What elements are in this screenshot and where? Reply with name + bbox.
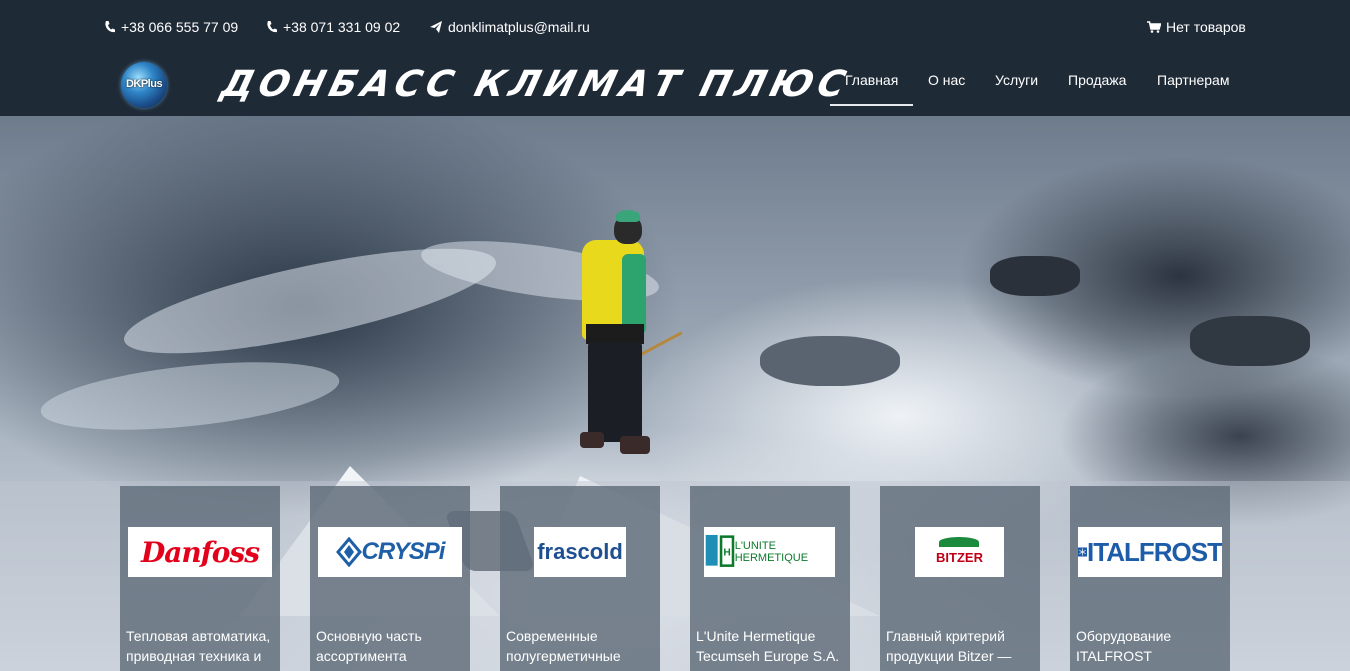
nav-services[interactable]: Услуги	[995, 72, 1038, 88]
nav-about[interactable]: О нас	[928, 72, 965, 88]
cart-link[interactable]: Нет товаров	[1147, 19, 1246, 35]
email-link[interactable]: donklimatplus@mail.ru	[429, 19, 590, 35]
top-bar: +38 066 555 77 09 +38 071 331 09 02 donk…	[0, 0, 1350, 56]
climber-belt	[586, 324, 644, 344]
phone-2-text: +38 071 331 09 02	[283, 19, 401, 35]
brand-description: Оборудование ITALFROST	[1076, 628, 1172, 664]
svg-text:H: H	[723, 547, 730, 558]
brand-card-bitzer[interactable]: BITZER Главный критерий продукции Bitzer…	[880, 486, 1040, 671]
phone-1-text: +38 066 555 77 09	[121, 19, 239, 35]
phone-icon	[105, 21, 115, 33]
rock	[990, 256, 1080, 296]
brand-description: Главный критерий продукции Bitzer —	[886, 628, 1012, 664]
brand-logo-lunite[interactable]: H L'UNITE HERMETIQUE	[704, 527, 835, 577]
site-brand-title[interactable]: ДОНБАСС КЛИМАТ ПЛЮС	[217, 64, 855, 105]
climber-boot	[620, 436, 650, 454]
tecumseh-emblem-icon: H	[705, 534, 735, 567]
bitzer-leaf-icon	[939, 537, 980, 547]
brand-logo-italfrost[interactable]: ITALFROST	[1078, 527, 1222, 577]
phone-icon	[267, 21, 277, 33]
climber-sleeve	[622, 254, 646, 334]
brand-logo-bitzer[interactable]: BITZER	[915, 527, 1004, 577]
brand-logo-danfoss[interactable]: Danfoss	[128, 527, 272, 577]
brand-description: Современные полугерметичные	[506, 628, 621, 664]
brand-description: Тепловая автоматика, приводная техника и	[126, 628, 271, 664]
climber-hat	[616, 210, 640, 222]
brand-card-lunite[interactable]: H L'UNITE HERMETIQUE L'Unite Hermetique …	[690, 486, 850, 671]
phone-1[interactable]: +38 066 555 77 09	[104, 19, 238, 35]
ice-patch	[37, 350, 343, 442]
climber-figure	[580, 210, 683, 474]
brand-card-danfoss[interactable]: Danfoss Тепловая автоматика, приводная т…	[120, 486, 280, 671]
brand-description: Основную часть ассортимента	[316, 628, 422, 664]
brand-description: L'Unite Hermetique Tecumseh Europe S.A.	[696, 628, 840, 664]
nav-sales[interactable]: Продажа	[1068, 72, 1126, 88]
brand-logo-frascold[interactable]: frascold	[534, 527, 626, 577]
email-text: donklimatplus@mail.ru	[448, 19, 590, 35]
climber-legs	[588, 342, 642, 442]
site-logo[interactable]: DKPlus	[121, 62, 167, 108]
cryspi-mark-icon	[335, 537, 362, 567]
paper-plane-icon	[430, 21, 442, 33]
rock	[760, 336, 900, 386]
brand-logo-cryspi[interactable]: CRYSPi	[318, 527, 462, 577]
brand-card-italfrost[interactable]: ITALFROST Оборудование ITALFROST	[1070, 486, 1230, 671]
snowflake-icon	[1078, 547, 1088, 557]
brand-card-cryspi[interactable]: CRYSPi Основную часть ассортимента	[310, 486, 470, 671]
nav-active-indicator	[830, 104, 913, 106]
climber-boot	[580, 432, 604, 448]
phone-2[interactable]: +38 071 331 09 02	[266, 19, 400, 35]
logo-text: DKPlus	[125, 78, 163, 90]
rock	[1190, 316, 1310, 366]
cart-text: Нет товаров	[1166, 19, 1246, 35]
cart-icon	[1147, 21, 1161, 33]
nav-home[interactable]: Главная	[845, 72, 898, 88]
nav-partners[interactable]: Партнерам	[1157, 72, 1229, 88]
brand-card-frascold[interactable]: frascold Современные полугерметичные	[500, 486, 660, 671]
